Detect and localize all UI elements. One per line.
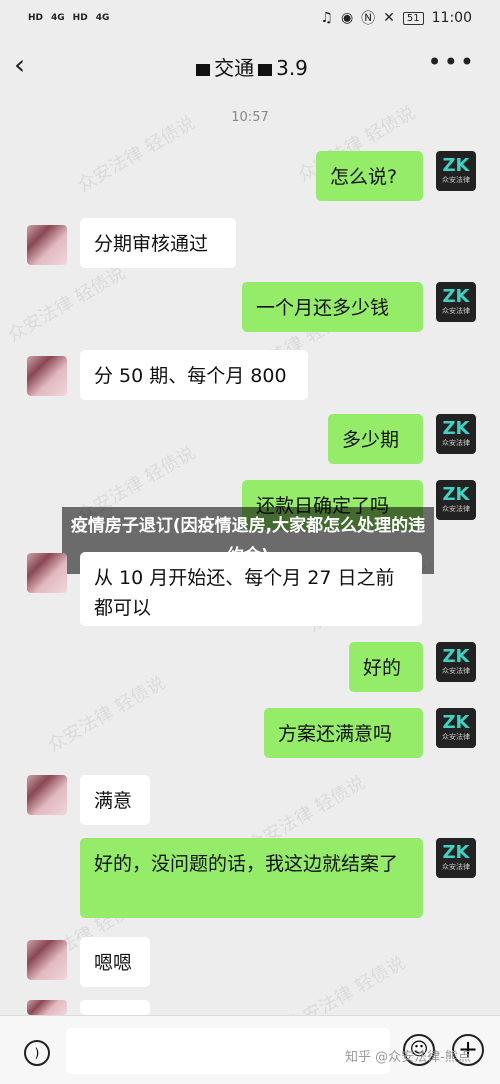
redacted-block <box>258 63 273 76</box>
my-avatar[interactable]: ZK 众安法律 <box>436 708 476 748</box>
more-options-icon[interactable]: ••• <box>428 48 476 76</box>
my-avatar[interactable]: ZK 众安法律 <box>436 414 476 454</box>
clock: 11:00 <box>431 10 472 26</box>
mute-icon: ✕ <box>383 10 395 26</box>
message-bubble[interactable]: 方案还满意吗 <box>264 708 423 758</box>
my-avatar[interactable]: ZK 众安法律 <box>436 480 476 520</box>
chat-header: ‹ 交通 3.9 ••• <box>0 36 500 96</box>
nfc-icon: Ⓝ <box>361 11 376 27</box>
my-avatar[interactable]: ZK 众安法律 <box>436 151 476 191</box>
message-bubble[interactable]: 满意 <box>80 775 150 825</box>
message-bubble-partial[interactable] <box>80 1000 150 1015</box>
contact-avatar[interactable] <box>27 553 67 593</box>
message-bubble[interactable]: 好的，没问题的话，我这边就结案了 <box>80 838 423 918</box>
watermark: 众安法律 轻债说 <box>44 672 169 757</box>
headset-icon: ♫ <box>320 10 333 26</box>
watermark: 众安法律 轻债说 <box>4 262 129 347</box>
my-avatar[interactable]: ZK 众安法律 <box>436 838 476 878</box>
message-bubble[interactable]: 分期审核通过 <box>80 218 236 268</box>
message-bubble[interactable]: 分 50 期、每个月 800 <box>80 350 308 400</box>
contact-avatar[interactable] <box>27 940 67 980</box>
battery-icon: 51 <box>402 11 424 25</box>
message-input[interactable] <box>66 1028 390 1074</box>
contact-avatar[interactable] <box>27 1000 67 1015</box>
status-bar: HD 4G HD 4G ♫ ◉ Ⓝ ✕ 51 11:00 <box>0 0 500 36</box>
hd-badge: HD <box>72 13 88 23</box>
contact-avatar[interactable] <box>27 356 67 396</box>
message-bubble[interactable]: 怎么说? <box>316 151 423 201</box>
message-bubble[interactable]: 嗯嗯 <box>80 937 150 987</box>
status-right: ♫ ◉ Ⓝ ✕ 51 11:00 <box>320 8 472 28</box>
eye-icon: ◉ <box>340 10 354 26</box>
contact-avatar[interactable] <box>27 225 67 265</box>
signal-4g: 4G <box>51 13 65 23</box>
voice-icon[interactable]: ) <box>24 1040 50 1066</box>
source-credit: 知乎 @众安法律-熊点 <box>345 1050 471 1065</box>
message-bubble[interactable]: 从 10 月开始还、每个月 27 日之前都可以 <box>80 552 422 626</box>
my-avatar[interactable]: ZK 众安法律 <box>436 282 476 322</box>
message-bubble[interactable]: 多少期 <box>328 414 423 464</box>
timestamp: 10:57 <box>231 110 269 125</box>
signal-4g: 4G <box>95 13 110 23</box>
contact-avatar[interactable] <box>27 775 67 815</box>
chat-title: 交通 3.9 <box>0 52 500 81</box>
network-indicators: HD 4G HD 4G <box>28 13 109 23</box>
my-avatar[interactable]: ZK 众安法律 <box>436 642 476 682</box>
message-bubble[interactable]: 好的 <box>349 642 423 692</box>
message-bubble[interactable]: 一个月还多少钱 <box>242 282 423 332</box>
hd-badge: HD <box>28 13 44 23</box>
redacted-block <box>196 63 211 76</box>
